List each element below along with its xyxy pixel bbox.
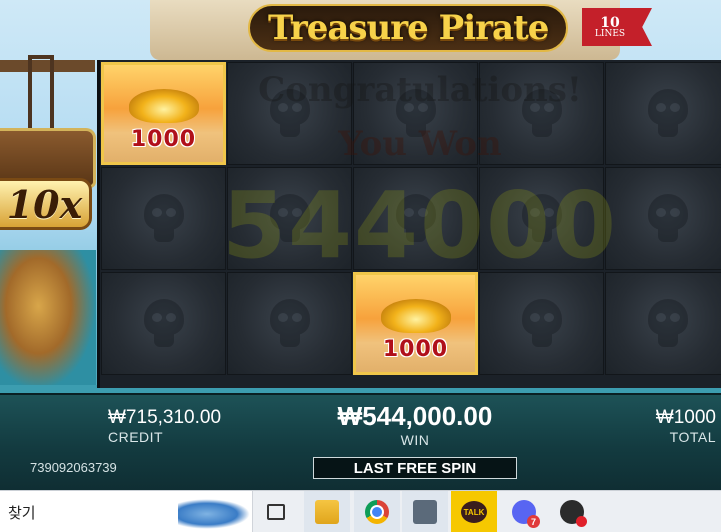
treasure-island: [0, 250, 96, 390]
search-input[interactable]: 찾기: [8, 502, 36, 523]
reel-cell: [479, 167, 604, 270]
skull-icon: [394, 193, 438, 244]
taskbar: 찾기 TALK 7: [0, 490, 721, 532]
chrome-button[interactable]: [354, 491, 400, 532]
reel-cell: [227, 272, 352, 375]
win-label: WIN: [400, 432, 430, 448]
reel-cell: [353, 167, 478, 270]
calculator-button[interactable]: [402, 491, 448, 532]
skull-icon: [268, 88, 312, 139]
lines-count: 10: [600, 14, 620, 31]
skull-icon: [268, 193, 312, 244]
notification-badge: 7: [527, 515, 540, 528]
spin-status-button[interactable]: LAST FREE SPIN: [313, 457, 517, 479]
skull-icon: [646, 193, 690, 244]
discord-button[interactable]: 7: [501, 491, 547, 532]
total-label: TOTAL: [669, 429, 716, 445]
skull-icon: [142, 298, 186, 349]
winning-symbol-cell: 1000: [353, 272, 478, 375]
reel-cell: [101, 167, 226, 270]
skull-icon: [646, 298, 690, 349]
obs-button[interactable]: [549, 491, 595, 532]
reel-cell: [605, 62, 721, 165]
skull-icon: [394, 88, 438, 139]
credit-value: ₩715,310.00: [108, 407, 222, 428]
gold-coins-icon: [380, 298, 451, 333]
calculator-icon: [413, 500, 437, 524]
reel-cell: [227, 167, 352, 270]
game-window: 10x Treasure Pirate 10 LINES 1000 1000 Co…: [0, 0, 721, 490]
total-bet-display: ₩1000 TOTAL: [656, 407, 716, 445]
folder-icon: [315, 500, 339, 524]
skull-icon: [520, 88, 564, 139]
game-logo: Treasure Pirate: [248, 4, 569, 52]
symbol-value: 1000: [382, 337, 449, 362]
gold-coins-icon: [128, 88, 199, 123]
reel-cell: [479, 62, 604, 165]
file-explorer-button[interactable]: [304, 491, 350, 532]
lines-flag: 10 LINES: [582, 8, 652, 46]
win-display: ₩544,000.00 WIN: [322, 401, 508, 448]
game-title: Treasure Pirate: [268, 8, 549, 48]
reel-grid: 1000 1000: [97, 60, 721, 388]
skull-icon: [268, 298, 312, 349]
kakaotalk-icon: TALK: [461, 501, 487, 523]
credit-label: CREDIT: [108, 429, 164, 445]
multiplier-badge: 10x: [0, 178, 92, 230]
taskbar-search-box[interactable]: 찾기: [0, 491, 253, 532]
win-value: ₩544,000.00: [337, 401, 493, 431]
kakaotalk-button[interactable]: TALK: [451, 491, 497, 532]
skull-icon: [142, 193, 186, 244]
obs-icon: [560, 500, 587, 527]
task-view-button[interactable]: [253, 491, 299, 532]
symbol-value: 1000: [130, 127, 197, 152]
total-value: ₩1000: [655, 407, 716, 428]
reel-cell: [353, 62, 478, 165]
skull-icon: [520, 193, 564, 244]
bottom-bar: ₩715,310.00 CREDIT ₩544,000.00 WIN ₩1000…: [0, 393, 721, 490]
skull-icon: [646, 88, 690, 139]
reel-cell: [479, 272, 604, 375]
search-highlight-image: [178, 499, 250, 529]
game-id: 739092063739: [30, 460, 117, 475]
skull-icon: [520, 298, 564, 349]
reel-cell: [101, 272, 226, 375]
reel-cell: [605, 167, 721, 270]
reel-cell: [605, 272, 721, 375]
discord-icon: 7: [512, 500, 540, 528]
recording-dot-icon: [576, 516, 587, 527]
winning-symbol-cell: 1000: [101, 62, 226, 165]
reel-cell: [227, 62, 352, 165]
credit-display: ₩715,310.00 CREDIT: [108, 407, 221, 445]
chrome-icon: [365, 500, 389, 524]
task-view-icon: [267, 504, 285, 520]
lines-label: LINES: [594, 28, 626, 39]
